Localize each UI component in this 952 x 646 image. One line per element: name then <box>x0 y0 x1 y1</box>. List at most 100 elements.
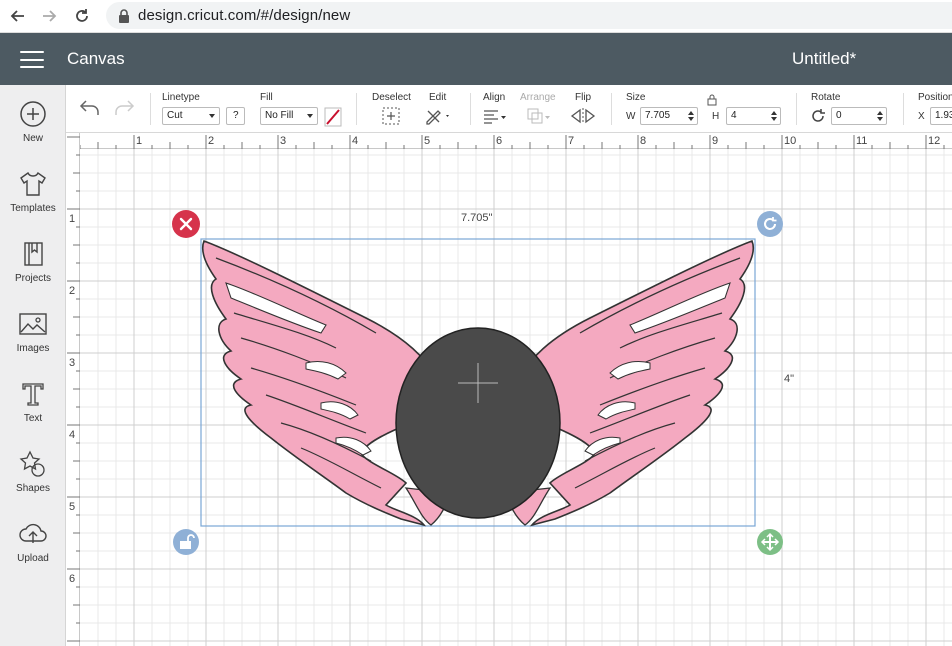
align-button[interactable] <box>482 105 508 127</box>
left-sidebar: New Templates Projects Images Text Shape… <box>0 85 66 646</box>
rotate-handle[interactable] <box>757 211 783 237</box>
notebook-icon <box>24 242 43 266</box>
sidebar-item-text[interactable]: Text <box>0 365 66 431</box>
position-x-label: X <box>918 111 925 122</box>
app-title: Canvas <box>67 49 125 68</box>
rotate-input[interactable]: 0 <box>831 107 887 125</box>
toolbar-divider <box>903 93 904 125</box>
flip-icon <box>570 108 596 124</box>
size-label: Size <box>626 92 646 103</box>
undo-button[interactable] <box>78 97 102 119</box>
linetype-label: Linetype <box>162 92 200 103</box>
height-value: 4 <box>731 110 737 121</box>
toolbar-divider <box>796 93 797 125</box>
reload-icon <box>76 9 88 22</box>
cloud-upload-icon <box>19 523 47 543</box>
sidebar-item-upload[interactable]: Upload <box>0 505 66 571</box>
document-title[interactable]: Untitled* <box>792 49 856 69</box>
arrange-icon <box>527 108 550 124</box>
arrange-button[interactable] <box>526 105 552 127</box>
design-layer <box>172 210 783 555</box>
size-lock-icon[interactable] <box>707 94 717 106</box>
rotate-icon <box>812 109 825 122</box>
fill-value: No Fill <box>265 110 294 121</box>
text-t-icon <box>22 383 44 406</box>
deselect-label: Deselect <box>372 92 411 103</box>
redo-icon <box>115 100 135 115</box>
arrange-label: Arrange <box>520 92 556 103</box>
linetype-select[interactable]: Cut <box>162 107 220 125</box>
sidebar-item-templates[interactable]: Templates <box>0 155 66 221</box>
resize-handle[interactable] <box>757 529 783 555</box>
toolbar-divider <box>150 93 151 125</box>
center-oval[interactable] <box>395 327 561 519</box>
deselect-button[interactable] <box>381 105 401 127</box>
deselect-icon <box>382 107 400 125</box>
sidebar-item-images[interactable]: Images <box>0 295 66 361</box>
edit-toolbar: Linetype Cut ? Fill No Fill Deselect Edi… <box>66 85 952 133</box>
browser-bar: design.cricut.com/#/design/new <box>0 0 952 33</box>
align-left-icon <box>484 110 506 124</box>
lock-proportions-handle[interactable] <box>173 529 199 555</box>
width-input[interactable]: 7.705 <box>640 107 698 125</box>
sidebar-item-label: Projects <box>14 273 52 284</box>
position-label: Position <box>918 92 952 103</box>
chevron-down-icon <box>307 114 313 118</box>
width-value: 7.705 <box>645 110 671 121</box>
arrow-right-icon <box>43 10 57 22</box>
lock-icon <box>119 8 129 23</box>
url-text: design.cricut.com/#/design/new <box>138 7 351 24</box>
sidebar-item-label: Templates <box>10 203 56 214</box>
flip-button[interactable] <box>569 105 597 127</box>
sidebar-item-shapes[interactable]: Shapes <box>0 435 66 501</box>
toolbar-divider <box>356 93 357 125</box>
chevron-down-icon <box>209 114 215 118</box>
toolbar-divider <box>611 93 612 125</box>
tshirt-icon <box>20 171 46 196</box>
edit-button[interactable] <box>424 105 452 127</box>
menu-icon[interactable] <box>20 51 44 68</box>
width-label: W <box>626 111 636 122</box>
fill-label: Fill <box>260 92 273 103</box>
edit-label: Edit <box>429 92 447 103</box>
sidebar-item-label: New <box>22 133 43 144</box>
stepper-icon <box>688 111 694 121</box>
address-bar[interactable]: design.cricut.com/#/design/new <box>106 2 952 29</box>
width-dimension-label: 7.705" <box>461 212 493 224</box>
unlock-icon <box>180 541 191 549</box>
reload-button[interactable] <box>67 1 97 31</box>
stepper-icon <box>877 111 883 121</box>
sidebar-item-label: Shapes <box>16 483 50 494</box>
arrow-left-icon <box>10 10 24 22</box>
forward-button[interactable] <box>34 1 64 31</box>
shapes-icon <box>19 450 45 477</box>
back-button[interactable] <box>3 1 33 31</box>
position-x-value: 1.93 <box>935 110 952 121</box>
fill-select[interactable]: No Fill <box>260 107 318 125</box>
rotate-label: Rotate <box>811 92 841 103</box>
sidebar-item-new[interactable]: New <box>0 85 66 151</box>
image-icon <box>19 313 47 335</box>
design-canvas[interactable]: 1 2 3 4 5 6 7 8 9 10 11 12 1 2 3 4 5 6 7… <box>66 133 952 646</box>
toolbar-divider <box>470 93 471 125</box>
delete-handle[interactable] <box>172 210 200 238</box>
edit-tools-icon <box>426 110 449 125</box>
help-label: ? <box>233 110 239 121</box>
position-x-input[interactable]: 1.93 <box>930 107 952 125</box>
sidebar-item-label: Upload <box>17 553 49 564</box>
app-header: Canvas Untitled* <box>0 33 952 85</box>
rotate-value: 0 <box>836 110 842 121</box>
no-fill-swatch-icon <box>324 107 342 127</box>
linetype-value: Cut <box>167 110 183 121</box>
height-dimension-label: 4" <box>784 373 795 385</box>
redo-button[interactable] <box>112 97 136 119</box>
height-input[interactable]: 4 <box>726 107 781 125</box>
sidebar-item-projects[interactable]: Projects <box>0 225 66 291</box>
undo-icon <box>79 100 99 115</box>
plus-circle-icon <box>20 101 46 127</box>
sidebar-item-label: Text <box>23 413 43 424</box>
sidebar-item-label: Images <box>16 343 50 354</box>
linetype-help-button[interactable]: ? <box>226 107 245 125</box>
fill-color-swatch[interactable] <box>324 106 342 128</box>
height-label: H <box>712 111 720 122</box>
